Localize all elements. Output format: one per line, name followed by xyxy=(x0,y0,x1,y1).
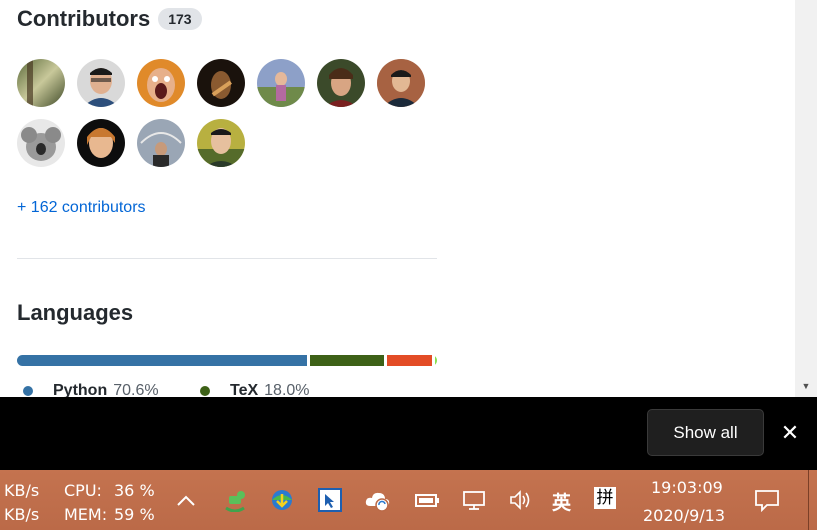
language-tex[interactable]: TeX 18.0% xyxy=(200,382,310,397)
language-bar xyxy=(17,355,437,366)
ime-language-indicator[interactable]: 英 xyxy=(552,488,571,515)
avatar[interactable] xyxy=(377,59,425,107)
clock-time[interactable]: 19:03:09 xyxy=(651,478,723,497)
python-color-dot xyxy=(23,386,33,396)
section-divider xyxy=(17,258,437,259)
rocking-horse-icon[interactable] xyxy=(221,486,249,514)
tex-color-dot xyxy=(200,386,210,396)
clock-date[interactable]: 2020/9/13 xyxy=(643,506,725,525)
avatar[interactable] xyxy=(17,59,65,107)
language-name: Python xyxy=(53,382,108,397)
notification-center-icon[interactable] xyxy=(753,486,781,514)
close-icon[interactable]: ✕ xyxy=(778,421,802,445)
network-icon[interactable] xyxy=(460,486,488,514)
chevron-up-icon[interactable] xyxy=(172,486,200,514)
github-sidebar: Contributors 173 + 162 contributors Lang… xyxy=(0,0,795,397)
language-percent: 18.0% xyxy=(264,382,310,397)
avatar[interactable] xyxy=(257,59,305,107)
cloud-sync-icon[interactable] xyxy=(364,486,392,514)
language-bar-segment-other xyxy=(387,355,432,366)
cpu-label: CPU: xyxy=(64,481,102,500)
battery-power-icon[interactable] xyxy=(413,486,441,514)
avatar[interactable] xyxy=(137,59,185,107)
contributors-title[interactable]: Contributors xyxy=(17,6,150,32)
language-python[interactable]: Python 70.6% xyxy=(23,382,159,397)
scroll-down-arrow-icon[interactable]: ▼ xyxy=(795,381,817,391)
volume-icon[interactable] xyxy=(507,486,535,514)
language-bar-segment-tex xyxy=(310,355,385,366)
vertical-scrollbar[interactable]: ▼ xyxy=(795,0,817,397)
windows-taskbar: KB/s KB/s CPU: 36 % MEM: 59 % 英 拼 19:03:… xyxy=(0,470,817,530)
avatar[interactable] xyxy=(77,59,125,107)
avatar[interactable] xyxy=(317,59,365,107)
language-name: TeX xyxy=(230,382,259,397)
download-manager-icon[interactable] xyxy=(268,486,296,514)
cpu-value: 36 % xyxy=(114,481,155,500)
notification-banner: Show all ✕ xyxy=(0,397,817,470)
more-contributors-link[interactable]: + 162 contributors xyxy=(17,199,146,217)
avatar[interactable] xyxy=(197,119,245,167)
language-percent: 70.6% xyxy=(113,382,159,397)
mem-label: MEM: xyxy=(64,505,108,524)
remote-desktop-icon[interactable] xyxy=(316,486,344,514)
languages-title: Languages xyxy=(17,300,134,325)
contributors-count-badge: 173 xyxy=(158,8,202,30)
avatar[interactable] xyxy=(137,119,185,167)
net-download-speed: KB/s xyxy=(4,505,40,524)
mem-value: 59 % xyxy=(114,505,155,524)
avatar[interactable] xyxy=(77,119,125,167)
show-desktop-divider[interactable] xyxy=(808,470,809,530)
contributors-header[interactable]: Contributors 173 xyxy=(17,4,202,34)
net-upload-speed: KB/s xyxy=(4,481,40,500)
language-bar-segment-other xyxy=(434,355,437,366)
avatar[interactable] xyxy=(17,119,65,167)
avatar[interactable] xyxy=(197,59,245,107)
language-bar-segment-python xyxy=(17,355,308,366)
ime-mode-indicator[interactable]: 拼 xyxy=(594,487,616,509)
show-all-button[interactable]: Show all xyxy=(647,409,764,456)
